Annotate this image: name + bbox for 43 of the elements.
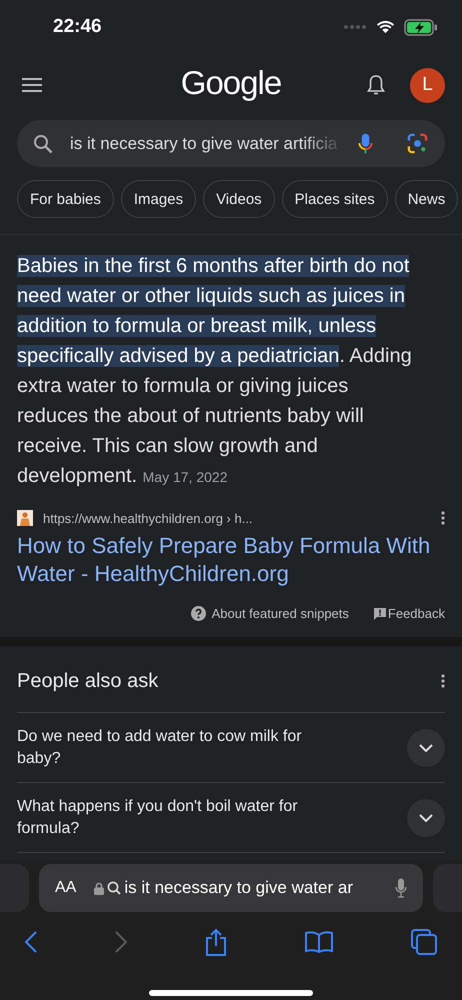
chevron-down-icon [419, 744, 433, 752]
more-options-icon[interactable] [441, 511, 445, 525]
google-logo[interactable]: Google [180, 64, 282, 102]
site-favicon-icon [17, 510, 33, 526]
avatar[interactable]: L [410, 68, 445, 102]
search-icon [33, 134, 53, 154]
filter-chip[interactable]: For babies [17, 180, 114, 218]
search-field[interactable]: is it necessary to give water artificia [17, 120, 445, 167]
lock-icon [94, 882, 104, 894]
about-snippets-link[interactable]: About featured snippets [212, 606, 349, 621]
question-text[interactable]: What happens if you don't boil water for formula? [17, 796, 347, 840]
back-icon[interactable] [25, 931, 37, 953]
snippet-text: Babies in the first 6 months after birth do not need water or other liquids such as juices in addition to formula or breast milk, unless specifically advised by a pediatrician. Adding extra water to formula or giving juices reduces the about of nutrients baby will receive. This can slow growth and development. May 17, 2022 [17, 254, 413, 489]
menu-icon[interactable] [22, 77, 42, 93]
camera-lens-icon[interactable] [407, 133, 428, 154]
microphone-icon[interactable] [395, 878, 407, 898]
filter-chip[interactable]: Places sites [282, 180, 388, 218]
book-icon[interactable] [305, 931, 333, 953]
bell-icon[interactable] [366, 74, 386, 96]
filter-chip[interactable]: Images [120, 180, 196, 218]
search-icon [107, 881, 122, 895]
share-icon[interactable] [205, 928, 227, 956]
microphone-icon[interactable] [358, 132, 373, 156]
section-heading: People also ask [17, 670, 158, 692]
more-options-icon[interactable] [441, 674, 445, 688]
battery-charging-icon [404, 18, 438, 36]
clock-time: 22:46 [53, 16, 102, 38]
signal-icon [343, 24, 367, 30]
source-url[interactable]: https://www.healthychildren.org › h... [43, 510, 431, 526]
question-text[interactable]: Do we need to add water to cow milk for baby? [17, 726, 347, 770]
help-icon[interactable] [190, 606, 206, 621]
filter-chip[interactable]: Videos [203, 180, 275, 218]
expand-button[interactable] [407, 728, 445, 766]
result-title-link[interactable]: How to Safely Prepare Baby Formula With Water - HealthyChildren.org [17, 532, 445, 588]
forward-icon[interactable] [115, 931, 127, 953]
expand-button[interactable] [407, 798, 445, 836]
feedback-icon[interactable] [372, 606, 387, 620]
filter-chip[interactable]: News [394, 180, 458, 218]
chevron-down-icon [419, 814, 433, 822]
feedback-link[interactable]: Feedback [388, 606, 445, 621]
tabs-icon[interactable] [411, 929, 437, 955]
address-bar[interactable]: AA is it necessary to give water ar [39, 864, 423, 912]
wifi-icon [376, 20, 395, 34]
